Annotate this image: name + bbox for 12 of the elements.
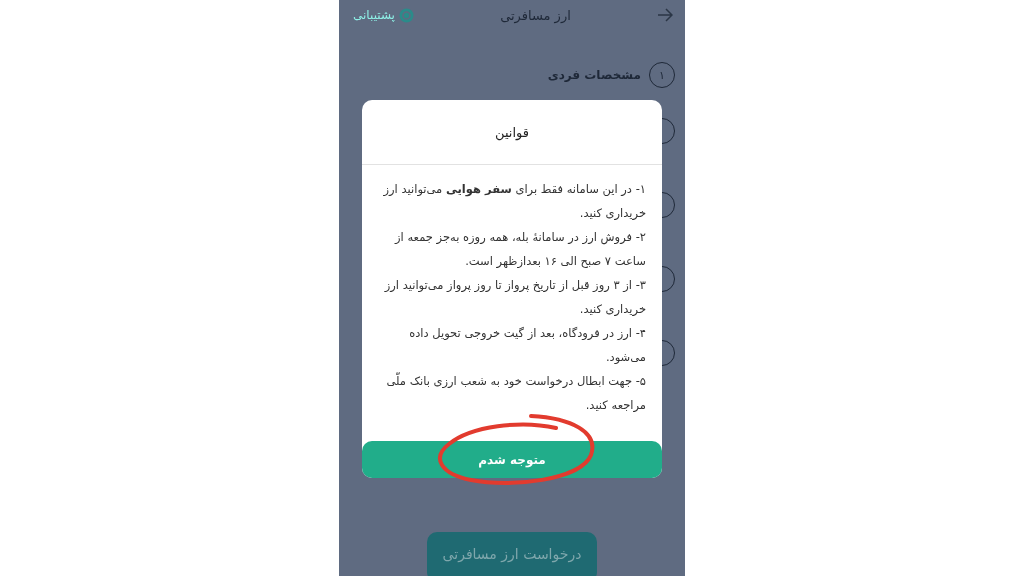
- dialog-title: قوانین: [362, 100, 662, 165]
- rule-text: ۳- از ۳ روز قبل از تاریخ پرواز تا روز پرواز می‌توانید ارز خریداری کنید.: [383, 277, 646, 318]
- rule-text: ۲- فروش ارز در سامانهٔ بله، همه روزه به‌جز جمعه از ساعت ۷ صبح الی ۱۶ بعدازظهر است.: [393, 229, 646, 270]
- page-title: ارز مسافرتی: [500, 7, 571, 23]
- back-arrow-icon[interactable]: [657, 8, 673, 22]
- rule-text: ۱- در این سامانه فقط برای سفر هوایی می‌توانید ارز خریداری کنید.: [382, 181, 646, 222]
- request-button[interactable]: درخواست ارز مسافرتی: [427, 532, 597, 576]
- rule-text: ۴- ارز در فرودگاه، بعد از گیت خروجی تحویل داده می‌شود.: [408, 325, 646, 366]
- rule-text: ۵- جهت ابطال درخواست خود به شعب ارزی بانک ملّی مراجعه کنید.: [385, 371, 646, 414]
- confirm-button[interactable]: متوجه شدم: [362, 441, 662, 478]
- support-link[interactable]: پشتیبانی: [353, 7, 414, 23]
- step-label: مشخصات فردی: [547, 68, 641, 82]
